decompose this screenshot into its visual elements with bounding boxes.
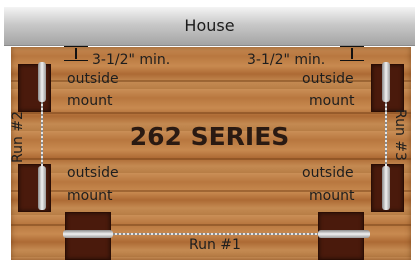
mount-label-bottom-left-line2: mount <box>67 188 113 204</box>
fitting-run1-left <box>63 230 113 238</box>
fitting-run3-bottom <box>382 166 390 210</box>
mount-label-top-right-line1: outside <box>302 71 354 87</box>
fitting-run2-top <box>38 62 46 102</box>
mount-label-top-right-line2: mount <box>309 93 355 109</box>
clearance-label-left: 3-1/2" min. <box>92 52 171 68</box>
board-seam <box>11 158 411 160</box>
post-top-left <box>18 64 51 112</box>
clearance-label-right: 3-1/2" min. <box>247 52 326 68</box>
mount-label-bottom-left-line1: outside <box>67 165 119 181</box>
fitting-run1-right <box>318 230 370 238</box>
house-wall: House <box>4 7 415 46</box>
run2-label: Run #2 <box>9 111 26 163</box>
fitting-run3-top <box>382 62 390 102</box>
mount-label-top-left-line1: outside <box>67 71 119 87</box>
run1-label: Run #1 <box>189 237 241 253</box>
post-bottom-left <box>18 164 51 212</box>
cable-run1 <box>111 233 320 235</box>
run3-label: Run #3 <box>391 109 408 161</box>
series-title: 262 SERIES <box>129 122 290 151</box>
deck-diagram: House 3-1/2" min. 3-1/2" min. outside mo… <box>0 0 419 260</box>
mount-label-top-left-line2: mount <box>67 93 113 109</box>
clearance-marker-left <box>64 46 88 62</box>
mount-label-bottom-right-line1: outside <box>302 165 354 181</box>
board-seam <box>11 112 411 114</box>
house-label: House <box>184 16 235 35</box>
clearance-marker-right <box>340 46 364 62</box>
fitting-run2-bottom <box>38 166 46 210</box>
mount-label-bottom-right-line2: mount <box>309 188 355 204</box>
